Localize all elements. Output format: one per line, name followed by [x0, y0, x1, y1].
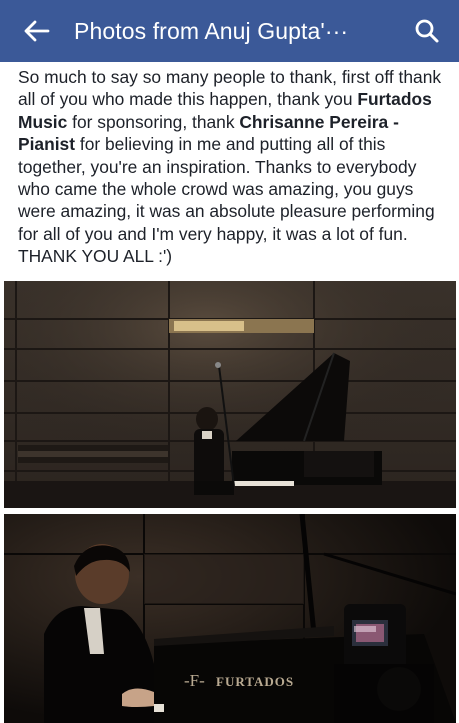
search-icon	[415, 19, 439, 43]
page-title: Photos from Anuj Gupta'···	[74, 17, 349, 44]
search-button[interactable]	[413, 17, 441, 45]
app-bar: Photos from Anuj Gupta'···	[0, 0, 459, 62]
caption-text-2: for sponsoring, thank	[67, 111, 240, 132]
photo-pianist-closeup[interactable]: -F- FURTADOS	[4, 514, 456, 723]
caption-text-3: for believing in me and putting all of t…	[18, 134, 435, 267]
piano-logo-mark: -F-	[184, 671, 205, 690]
photo-image: -F- FURTADOS	[4, 514, 456, 723]
post-caption: So much to say so many people to thank, …	[18, 66, 448, 268]
photo-image	[4, 281, 456, 508]
piano-brand-label: FURTADOS	[216, 674, 294, 689]
arrow-left-icon	[24, 20, 50, 42]
back-button[interactable]	[12, 0, 62, 62]
photo-pianist-wide[interactable]	[4, 281, 456, 508]
